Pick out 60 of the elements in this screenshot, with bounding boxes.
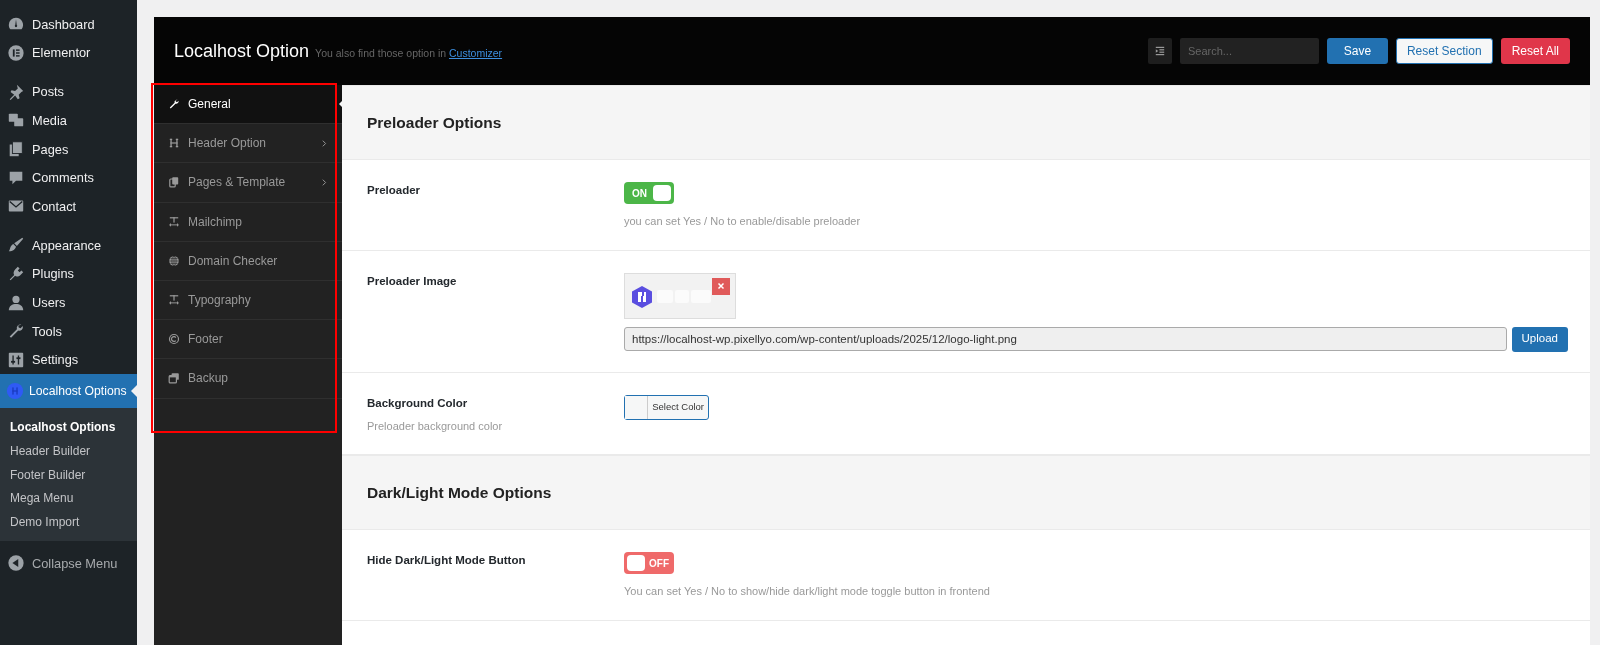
pages-icon bbox=[7, 140, 25, 159]
field-label: Background Color bbox=[367, 395, 469, 411]
logo-icon bbox=[6, 382, 24, 401]
chevron-right-icon bbox=[320, 138, 328, 148]
pin-icon bbox=[7, 82, 25, 101]
copy-icon bbox=[168, 176, 180, 189]
collapse-icon bbox=[7, 554, 25, 573]
field-label: Preloader Image bbox=[367, 273, 458, 289]
copyright-icon bbox=[168, 333, 180, 346]
menu-item[interactable]: Media bbox=[0, 106, 137, 135]
menu-item[interactable]: Posts bbox=[0, 77, 137, 107]
submenu-item[interactable]: Localhost Options bbox=[0, 416, 137, 440]
upload-button[interactable]: Upload bbox=[1511, 326, 1568, 352]
menu-item[interactable]: Appearance bbox=[0, 230, 137, 260]
submenu-item[interactable]: Footer Builder bbox=[0, 463, 137, 488]
subtitle-text: You also find those option in Customizer bbox=[315, 45, 503, 61]
expand-toggle-button[interactable] bbox=[1147, 38, 1172, 64]
menu-item[interactable]: Dashboard bbox=[0, 10, 137, 39]
options-nav-item[interactable]: General bbox=[154, 85, 342, 125]
submenu-item[interactable]: Mega Menu bbox=[0, 487, 137, 512]
text-width-icon bbox=[168, 294, 180, 307]
elementor-icon bbox=[7, 44, 25, 63]
list-indent-icon bbox=[1153, 45, 1166, 57]
menu-item[interactable]: Settings bbox=[0, 345, 137, 375]
menu-item[interactable]: Contact bbox=[0, 192, 137, 221]
reset-all-button[interactable]: Reset All bbox=[1500, 38, 1570, 64]
sliders-icon bbox=[7, 350, 25, 369]
submenu-item[interactable]: Demo Import bbox=[0, 511, 137, 535]
menu-item[interactable]: Comments bbox=[0, 163, 137, 193]
close-icon bbox=[716, 281, 726, 291]
user-icon bbox=[7, 293, 25, 312]
save-button[interactable]: Save bbox=[1326, 38, 1388, 64]
field-label: Preloader bbox=[367, 183, 422, 198]
wrench-icon bbox=[168, 98, 180, 111]
color-picker-button[interactable]: Select Color bbox=[624, 394, 709, 420]
url-field[interactable]: https://localhost-wp.pixellyo.com/wp-content/uploads/2025/12/logo-light.png bbox=[624, 326, 1507, 351]
search-field[interactable]: Search... bbox=[1179, 38, 1319, 64]
customizer-link[interactable]: Customizer bbox=[449, 46, 503, 59]
chevron-right-icon bbox=[320, 177, 328, 187]
menu-item[interactable]: Users bbox=[0, 288, 137, 317]
section-title: Dark/Light Mode Options bbox=[367, 483, 552, 504]
menu-item[interactable]: Pages bbox=[0, 134, 137, 164]
menu-item[interactable]: Tools bbox=[0, 316, 137, 346]
reset-section-button[interactable]: Reset Section bbox=[1395, 38, 1493, 64]
field-description: Preloader background color bbox=[367, 418, 504, 434]
window-icon bbox=[168, 372, 180, 385]
text-width-icon bbox=[168, 215, 180, 228]
plug-icon bbox=[7, 264, 25, 283]
menu-item[interactable]: Elementor bbox=[0, 38, 137, 68]
globe-icon bbox=[168, 254, 180, 267]
field-label: Hide Dark/Light Mode Button bbox=[367, 553, 527, 569]
menu-item[interactable]: Localhost Options bbox=[0, 374, 137, 409]
field-description: you can set Yes / No to enable/disable preloader bbox=[624, 214, 862, 229]
heading-icon bbox=[168, 137, 180, 150]
collapse-menu-button[interactable]: Collapse Menu bbox=[0, 548, 137, 578]
page-title: Localhost Option bbox=[174, 39, 310, 63]
submenu-item[interactable]: Header Builder bbox=[0, 439, 137, 464]
menu-item[interactable]: Plugins bbox=[0, 259, 137, 289]
field-description: You can set Yes / No to show/hide dark/light mode toggle button in frontend bbox=[624, 584, 991, 600]
section-title: Preloader Options bbox=[367, 112, 502, 133]
